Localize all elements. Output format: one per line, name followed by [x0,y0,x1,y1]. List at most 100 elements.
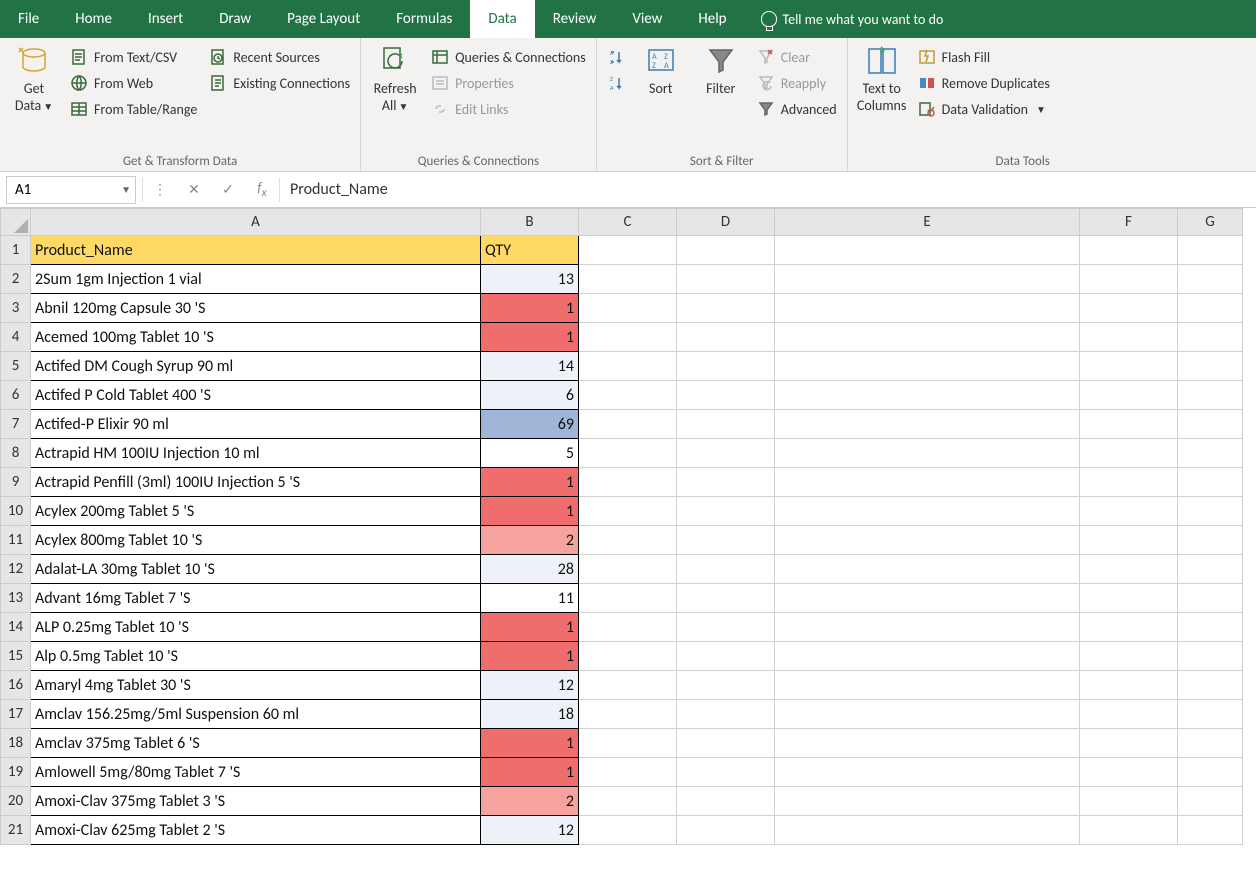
from-table-range-button[interactable]: From Table/Range [66,98,201,120]
formula-menu-icon[interactable]: ⋮ [143,181,177,198]
cell-B7[interactable]: 69 [481,410,579,439]
cell-A8[interactable]: Actrapid HM 100IU Injection 10 ml [31,439,481,468]
cell-A6[interactable]: Actifed P Cold Tablet 400 'S [31,381,481,410]
cell-A4[interactable]: Acemed 100mg Tablet 10 'S [31,323,481,352]
row-header-12[interactable]: 12 [1,555,31,584]
row-header-1[interactable]: 1 [1,236,31,265]
row-header-17[interactable]: 17 [1,700,31,729]
get-data-button[interactable]: Get Data▼ [6,42,62,116]
cell-A19[interactable]: Amlowell 5mg/80mg Tablet 7 'S [31,758,481,787]
cell-B4[interactable]: 1 [481,323,579,352]
col-header-B[interactable]: B [481,209,579,236]
cell-B15[interactable]: 1 [481,642,579,671]
cell-B9[interactable]: 1 [481,468,579,497]
tab-formulas[interactable]: Formulas [378,0,470,38]
remove-duplicates-button[interactable]: Remove Duplicates [914,72,1054,94]
fx-icon[interactable]: fx [245,179,279,200]
row-header-13[interactable]: 13 [1,584,31,613]
tab-help[interactable]: Help [680,0,744,38]
row-header-21[interactable]: 21 [1,816,31,845]
row-header-16[interactable]: 16 [1,671,31,700]
row-header-18[interactable]: 18 [1,729,31,758]
flash-fill-button[interactable]: Flash Fill [914,46,1054,68]
cell-A13[interactable]: Advant 16mg Tablet 7 'S [31,584,481,613]
row-header-11[interactable]: 11 [1,526,31,555]
tell-me-search[interactable]: Tell me what you want to do [745,0,960,38]
row-header-15[interactable]: 15 [1,642,31,671]
cell-B11[interactable]: 2 [481,526,579,555]
sort-desc-button[interactable]: ZA [603,72,629,94]
cell-A16[interactable]: Amaryl 4mg Tablet 30 'S [31,671,481,700]
cell-A2[interactable]: 2Sum 1gm Injection 1 vial [31,265,481,294]
advanced-filter-button[interactable]: Advanced [753,98,841,120]
cell-A9[interactable]: Actrapid Penfill (3ml) 100IU Injection 5… [31,468,481,497]
properties-button[interactable]: Properties [427,72,590,94]
cell-B1[interactable]: QTY [481,236,579,265]
cell-B8[interactable]: 5 [481,439,579,468]
tab-insert[interactable]: Insert [130,0,201,38]
cell-A10[interactable]: Acylex 200mg Tablet 5 'S [31,497,481,526]
cell-A15[interactable]: Alp 0.5mg Tablet 10 'S [31,642,481,671]
cell-B2[interactable]: 13 [481,265,579,294]
row-header-5[interactable]: 5 [1,352,31,381]
cell-B18[interactable]: 1 [481,729,579,758]
name-box[interactable]: A1 ▼ [6,176,136,204]
queries-connections-button[interactable]: Queries & Connections [427,46,590,68]
cell-B21[interactable]: 12 [481,816,579,845]
cell-A3[interactable]: Abnil 120mg Capsule 30 'S [31,294,481,323]
recent-sources-button[interactable]: Recent Sources [205,46,354,68]
row-header-6[interactable]: 6 [1,381,31,410]
col-header-A[interactable]: A [31,209,481,236]
cell-B10[interactable]: 1 [481,497,579,526]
clear-filter-button[interactable]: Clear [753,46,841,68]
tab-home[interactable]: Home [57,0,130,38]
sort-button[interactable]: AZZA Sort [633,42,689,99]
cell-B3[interactable]: 1 [481,294,579,323]
cell-A20[interactable]: Amoxi-Clav 375mg Tablet 3 'S [31,787,481,816]
col-header-F[interactable]: F [1080,209,1178,236]
data-validation-button[interactable]: Data Validation▼ [914,98,1054,120]
tab-file[interactable]: File [0,0,57,38]
cell-B20[interactable]: 2 [481,787,579,816]
cell-B5[interactable]: 14 [481,352,579,381]
cell-B13[interactable]: 11 [481,584,579,613]
row-header-7[interactable]: 7 [1,410,31,439]
row-header-9[interactable]: 9 [1,468,31,497]
cell-C1[interactable] [579,236,677,265]
formula-input[interactable]: Product_Name [280,180,1256,199]
cell-A18[interactable]: Amclav 375mg Tablet 6 'S [31,729,481,758]
text-to-columns-button[interactable]: Text to Columns [854,42,910,116]
cell-A7[interactable]: Actifed-P Elixir 90 ml [31,410,481,439]
tab-view[interactable]: View [614,0,680,38]
row-header-3[interactable]: 3 [1,294,31,323]
row-header-10[interactable]: 10 [1,497,31,526]
cell-A21[interactable]: Amoxi-Clav 625mg Tablet 2 'S [31,816,481,845]
col-header-G[interactable]: G [1178,209,1243,236]
cell-B16[interactable]: 12 [481,671,579,700]
edit-links-button[interactable]: Edit Links [427,98,590,120]
cell-A17[interactable]: Amclav 156.25mg/5ml Suspension 60 ml [31,700,481,729]
reapply-button[interactable]: Reapply [753,72,841,94]
cell-B14[interactable]: 1 [481,613,579,642]
cell-B12[interactable]: 28 [481,555,579,584]
row-header-20[interactable]: 20 [1,787,31,816]
cancel-formula-icon[interactable]: ✕ [177,181,211,198]
sort-asc-button[interactable]: AZ [603,46,629,68]
cell-A5[interactable]: Actifed DM Cough Syrup 90 ml [31,352,481,381]
cell-A14[interactable]: ALP 0.25mg Tablet 10 'S [31,613,481,642]
refresh-all-button[interactable]: Refresh All▼ [367,42,423,116]
enter-formula-icon[interactable]: ✓ [211,181,245,198]
from-text-csv-button[interactable]: From Text/CSV [66,46,201,68]
row-header-2[interactable]: 2 [1,265,31,294]
row-header-4[interactable]: 4 [1,323,31,352]
row-header-19[interactable]: 19 [1,758,31,787]
tab-data[interactable]: Data [470,0,534,38]
tab-page-layout[interactable]: Page Layout [269,0,378,38]
cell-B17[interactable]: 18 [481,700,579,729]
from-web-button[interactable]: From Web [66,72,201,94]
filter-button[interactable]: Filter [693,42,749,99]
row-header-14[interactable]: 14 [1,613,31,642]
tab-review[interactable]: Review [535,0,615,38]
select-all-cell[interactable] [1,209,31,236]
row-header-8[interactable]: 8 [1,439,31,468]
